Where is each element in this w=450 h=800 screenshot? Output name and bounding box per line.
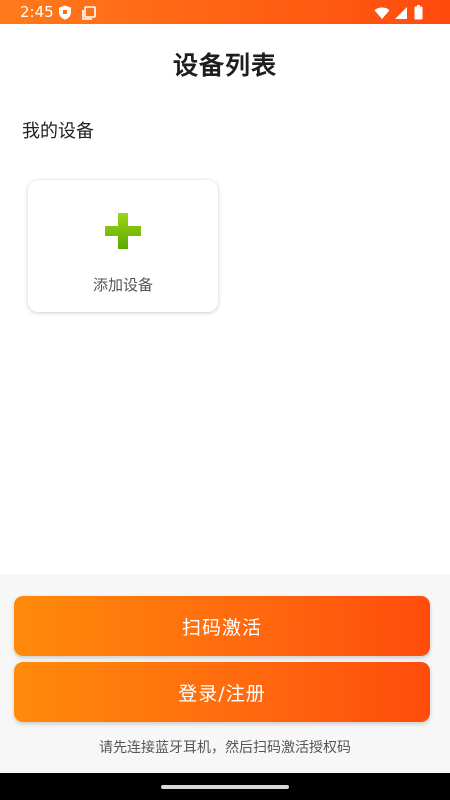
plus-icon [104, 212, 142, 250]
battery-icon [414, 5, 423, 24]
my-devices-label: 我的设备 [22, 121, 94, 142]
shield-icon [58, 5, 72, 24]
scan-activate-button[interactable]: 扫码激活 [14, 596, 430, 656]
signal-icon [394, 5, 408, 24]
hint-text: 请先连接蓝牙耳机，然后扫码激活授权码 [99, 740, 351, 756]
wifi-icon [374, 5, 390, 24]
add-device-card[interactable]: 添加设备 [28, 180, 218, 312]
screen-icon [82, 5, 96, 24]
add-device-label: 添加设备 [92, 276, 153, 294]
login-register-button[interactable]: 登录/注册 [14, 662, 430, 722]
status-time: 2:45 [20, 3, 54, 21]
page-title: 设备列表 [172, 51, 277, 80]
navigation-bar [0, 773, 450, 800]
home-indicator[interactable] [161, 785, 289, 789]
status-bar: 2:45 [0, 0, 450, 24]
bottom-panel: 扫码激活 登录/注册 请先连接蓝牙耳机，然后扫码激活授权码 [0, 574, 450, 773]
